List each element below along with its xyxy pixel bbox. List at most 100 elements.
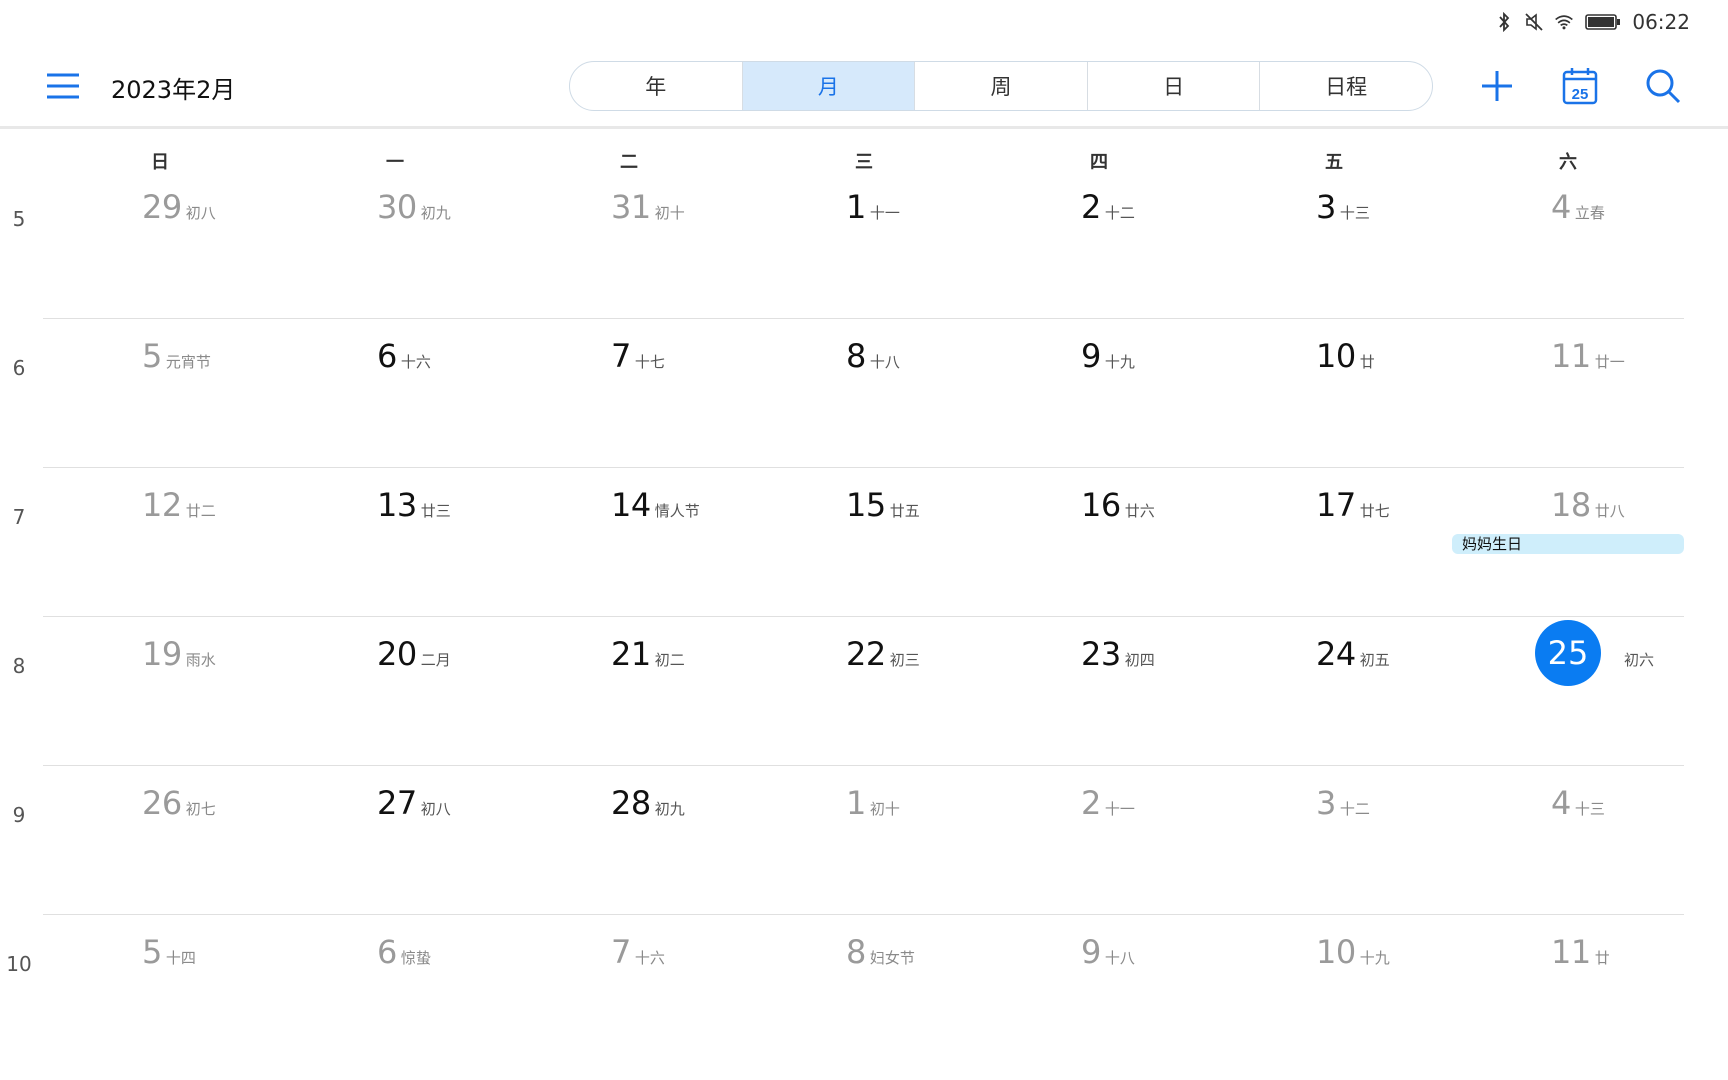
day-number: 9: [1081, 933, 1101, 971]
day-number: 6: [377, 933, 397, 971]
week-number: 6: [12, 356, 26, 380]
day-cell[interactable]: 19 雨水: [142, 635, 216, 679]
day-cell[interactable]: 9 十九: [1081, 337, 1135, 381]
day-cell[interactable]: 26 初七: [142, 784, 216, 828]
tab-year[interactable]: 年: [570, 62, 743, 110]
day-number: 2: [1081, 784, 1101, 822]
day-number: 28: [611, 784, 651, 822]
day-cell[interactable]: 8 妇女节: [846, 933, 915, 977]
lunar-date: 初四: [1124, 651, 1155, 669]
today-date[interactable]: 25: [1535, 620, 1601, 686]
lunar-date: 惊蛰: [400, 949, 431, 967]
day-cell[interactable]: 5 十四: [142, 933, 196, 977]
day-number: 1: [846, 784, 866, 822]
day-number: 29: [142, 188, 182, 226]
day-cell[interactable]: 3 十二: [1316, 784, 1370, 828]
battery-icon: [1584, 12, 1622, 32]
day-cell[interactable]: 27 初八: [377, 784, 451, 828]
menu-button[interactable]: [45, 71, 83, 101]
search-button[interactable]: [1641, 64, 1685, 108]
week-row: 8 19 雨水 20 二月 21 初二 22 初三 23 初四 24 初五 25 初六: [0, 617, 1728, 766]
week-number: 10: [6, 952, 32, 976]
lunar-date: 情人节: [654, 502, 700, 520]
wifi-icon: [1554, 12, 1574, 32]
week-number: 8: [12, 654, 26, 678]
day-number: 7: [611, 933, 631, 971]
day-number: 21: [611, 635, 651, 673]
lunar-date: 廿六: [1124, 502, 1155, 520]
lunar-date: 十七: [634, 353, 665, 371]
svg-text:25: 25: [1572, 86, 1589, 103]
tab-day[interactable]: 日: [1088, 62, 1261, 110]
lunar-date: 初六: [1624, 651, 1655, 669]
lunar-date: 十二: [1339, 800, 1370, 818]
today-button[interactable]: 25: [1558, 64, 1602, 108]
day-cell[interactable]: 12 廿二: [142, 486, 216, 530]
day-cell[interactable]: 13 廿三: [377, 486, 451, 530]
lunar-date: 初八: [420, 800, 451, 818]
day-cell[interactable]: 16 廿六: [1081, 486, 1155, 530]
add-event-button[interactable]: [1475, 64, 1519, 108]
day-cell[interactable]: 9 十八: [1081, 933, 1135, 977]
day-cell[interactable]: 24 初五: [1316, 635, 1390, 679]
lunar-date: 初五: [1359, 651, 1390, 669]
day-cell[interactable]: 31 初十: [611, 188, 685, 232]
lunar-date: 立春: [1574, 204, 1605, 222]
day-cell[interactable]: 14 情人节: [611, 486, 700, 530]
day-cell[interactable]: 15 廿五: [846, 486, 920, 530]
month-title[interactable]: 2023年2月: [111, 70, 235, 105]
day-cell[interactable]: 1 十一: [846, 188, 900, 232]
tab-month[interactable]: 月: [742, 62, 916, 110]
bluetooth-icon: [1494, 12, 1514, 32]
day-cell[interactable]: 3 十三: [1316, 188, 1370, 232]
lunar-date: 廿五: [889, 502, 920, 520]
lunar-date: 廿一: [1594, 353, 1625, 371]
status-time: 06:22: [1632, 10, 1690, 34]
day-cell[interactable]: 18 廿八: [1551, 486, 1625, 530]
day-number: 6: [377, 337, 397, 375]
search-icon: [1646, 69, 1681, 104]
lunar-date: 廿七: [1359, 502, 1390, 520]
day-cell[interactable]: 10 十九: [1316, 933, 1390, 977]
day-cell[interactable]: 7 十七: [611, 337, 665, 381]
lunar-date: 初十: [869, 800, 900, 818]
day-cell[interactable]: 5 元宵节: [142, 337, 211, 381]
day-cell[interactable]: 1 初十: [846, 784, 900, 828]
day-cell[interactable]: 6 十六: [377, 337, 431, 381]
day-cell[interactable]: 2 十一: [1081, 784, 1135, 828]
day-cell[interactable]: 17 廿七: [1316, 486, 1390, 530]
day-cell[interactable]: 4 立春: [1551, 188, 1605, 232]
day-number: 3: [1316, 784, 1336, 822]
mute-icon: [1524, 12, 1544, 32]
view-switcher: 年 月 周 日 日程: [569, 61, 1433, 111]
day-cell[interactable]: 30 初九: [377, 188, 451, 232]
event-chip[interactable]: 妈妈生日: [1452, 534, 1684, 554]
day-number: 3: [1316, 188, 1336, 226]
day-cell[interactable]: 11 廿: [1551, 933, 1610, 977]
day-number: 26: [142, 784, 182, 822]
tab-week[interactable]: 周: [915, 62, 1088, 110]
day-cell[interactable]: 20 二月: [377, 635, 451, 679]
day-cell[interactable]: 22 初三: [846, 635, 920, 679]
day-cell[interactable]: 23 初四: [1081, 635, 1155, 679]
day-number: 19: [142, 635, 182, 673]
day-cell[interactable]: 2 十二: [1081, 188, 1135, 232]
plus-icon: [1482, 71, 1512, 101]
day-cell[interactable]: 10 廿: [1316, 337, 1375, 381]
day-cell[interactable]: 8 十八: [846, 337, 900, 381]
tab-agenda[interactable]: 日程: [1260, 62, 1432, 110]
day-cell[interactable]: 29 初八: [142, 188, 216, 232]
lunar-date: 十四: [165, 949, 196, 967]
day-cell[interactable]: 21 初二: [611, 635, 685, 679]
lunar-date: 初二: [654, 651, 685, 669]
day-cell[interactable]: 6 惊蛰: [377, 933, 431, 977]
day-number: 10: [1316, 337, 1356, 375]
lunar-date: 元宵节: [165, 353, 211, 371]
calendar-today-icon: 25: [1562, 68, 1598, 105]
day-cell[interactable]: 28 初九: [611, 784, 685, 828]
day-cell[interactable]: 7 十六: [611, 933, 665, 977]
day-number: 20: [377, 635, 417, 673]
day-cell[interactable]: 11 廿一: [1551, 337, 1625, 381]
day-number: 31: [611, 188, 651, 226]
day-cell[interactable]: 4 十三: [1551, 784, 1605, 828]
